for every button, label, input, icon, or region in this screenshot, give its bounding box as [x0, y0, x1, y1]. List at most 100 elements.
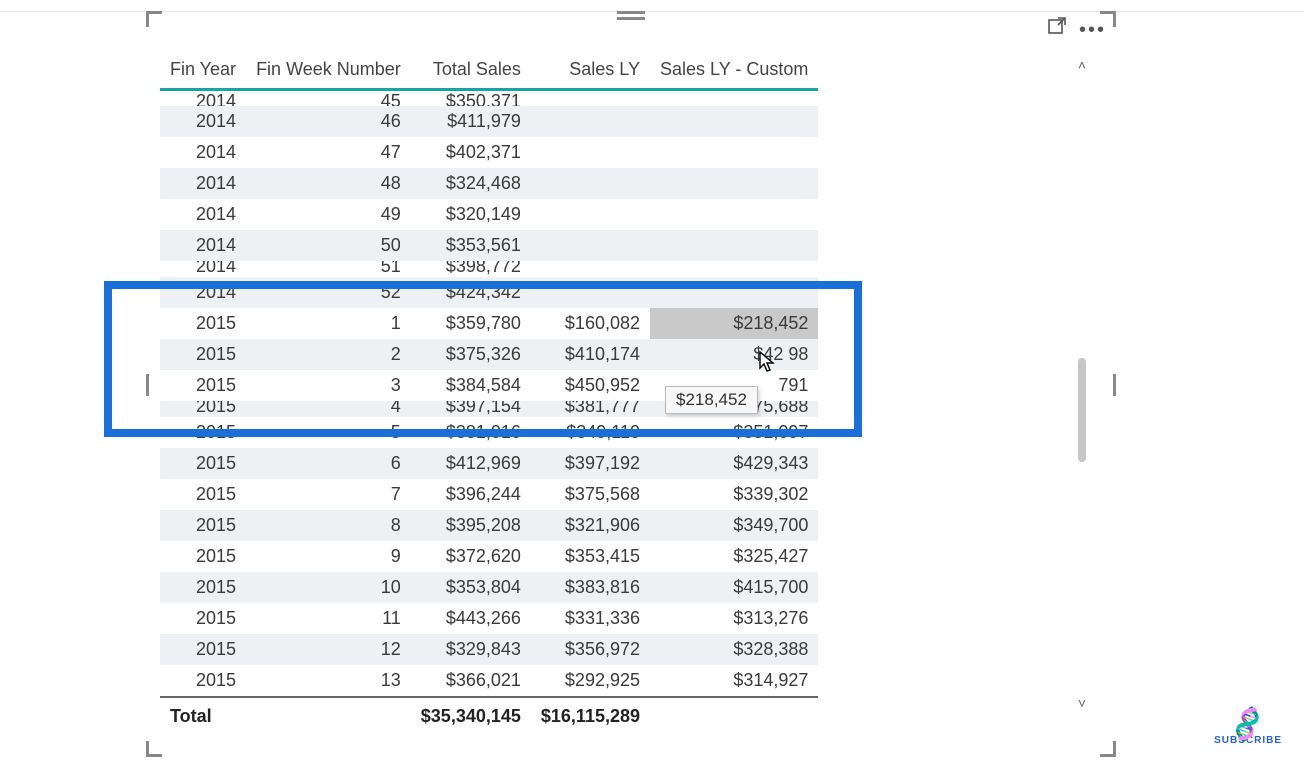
table-cell[interactable]: $381,016 [411, 417, 531, 448]
resize-handle-right[interactable] [1113, 374, 1116, 396]
table-cell[interactable]: 2015 [160, 370, 246, 401]
table-cell[interactable] [650, 230, 818, 261]
drag-handle-icon[interactable] [617, 11, 645, 14]
table-cell[interactable]: 50 [246, 230, 411, 261]
table-cell[interactable]: $375,326 [411, 339, 531, 370]
table-cell[interactable]: $443,266 [411, 603, 531, 634]
table-cell[interactable]: 2014 [160, 261, 246, 277]
table-cell[interactable]: $218,452 [650, 308, 818, 339]
table-cell[interactable]: 2014 [160, 277, 246, 308]
table-cell[interactable]: $349,110 [531, 417, 650, 448]
table-cell[interactable]: 2014 [160, 106, 246, 137]
col-total-sales[interactable]: Total Sales [411, 53, 531, 90]
table-cell[interactable]: 2015 [160, 339, 246, 370]
table-cell[interactable]: $353,561 [411, 230, 531, 261]
table-cell[interactable]: $450,952 [531, 370, 650, 401]
table-cell[interactable]: $339,302 [650, 479, 818, 510]
table-cell[interactable]: 13 [246, 665, 411, 697]
table-row[interactable]: 201451$398,772 [160, 261, 818, 277]
table-cell[interactable] [531, 277, 650, 308]
table-row[interactable]: 201510$353,804$383,816$415,700 [160, 572, 818, 603]
table-row[interactable]: 201445$350,371 [160, 90, 818, 106]
table-cell[interactable]: 49 [246, 199, 411, 230]
table-cell[interactable]: 8 [246, 510, 411, 541]
scroll-down-icon[interactable]: ˅ [1074, 695, 1090, 711]
table-cell[interactable]: $353,415 [531, 541, 650, 572]
table-cell[interactable]: $353,804 [411, 572, 531, 603]
table-cell[interactable]: 2015 [160, 665, 246, 697]
table-cell[interactable]: $292,925 [531, 665, 650, 697]
table-cell[interactable]: 2014 [160, 230, 246, 261]
table-cell[interactable]: $384,584 [411, 370, 531, 401]
table-cell[interactable]: 2014 [160, 199, 246, 230]
table-cell[interactable]: 2015 [160, 603, 246, 634]
table-cell[interactable] [650, 106, 818, 137]
table-cell[interactable]: 2015 [160, 479, 246, 510]
table-cell[interactable]: $415,700 [650, 572, 818, 603]
table-cell[interactable]: 2015 [160, 634, 246, 665]
table-row[interactable]: 201448$324,468 [160, 168, 818, 199]
table-cell[interactable]: 9 [246, 541, 411, 572]
table-cell[interactable]: $381,777 [531, 401, 650, 417]
col-fin-year[interactable]: Fin Year [160, 53, 246, 90]
col-sales-ly-custom[interactable]: Sales LY - Custom [650, 53, 818, 90]
table-cell[interactable]: $329,843 [411, 634, 531, 665]
table-cell[interactable]: $410,174 [531, 339, 650, 370]
table-row[interactable]: 20159$372,620$353,415$325,427 [160, 541, 818, 572]
table-visual[interactable]: ••• Fin Year Fin Week Number Total Sales… [148, 13, 1114, 755]
table-cell[interactable]: 45 [246, 90, 411, 106]
table-cell[interactable]: $429,343 [650, 448, 818, 479]
scrollbar-thumb[interactable] [1078, 358, 1086, 463]
resize-handle-tl[interactable] [146, 11, 162, 27]
table-row[interactable]: 20157$396,244$375,568$339,302 [160, 479, 818, 510]
drag-handle-icon[interactable] [617, 17, 645, 20]
more-options-icon[interactable]: ••• [1079, 23, 1106, 37]
table-cell[interactable]: 2015 [160, 308, 246, 339]
table-cell[interactable] [531, 261, 650, 277]
table-cell[interactable]: 6 [246, 448, 411, 479]
table-cell[interactable]: $396,244 [411, 479, 531, 510]
table-row[interactable]: 20158$395,208$321,906$349,700 [160, 510, 818, 541]
table-cell[interactable]: $321,906 [531, 510, 650, 541]
resize-handle-left[interactable] [146, 374, 149, 396]
table-cell[interactable]: 2015 [160, 448, 246, 479]
table-cell[interactable] [650, 90, 818, 106]
table-cell[interactable]: 10 [246, 572, 411, 603]
vertical-scrollbar[interactable]: ˄ ˅ [1074, 57, 1090, 711]
table-cell[interactable]: 7 [246, 479, 411, 510]
table-row[interactable]: 201449$320,149 [160, 199, 818, 230]
table-cell[interactable] [650, 261, 818, 277]
table-cell[interactable]: 12 [246, 634, 411, 665]
table-cell[interactable]: $383,816 [531, 572, 650, 603]
table-cell[interactable]: 2015 [160, 541, 246, 572]
table-row[interactable]: 201513$366,021$292,925$314,927 [160, 665, 818, 697]
table-row[interactable]: 20151$359,780$160,082$218,452 [160, 308, 818, 339]
table-cell[interactable]: $411,979 [411, 106, 531, 137]
table-cell[interactable] [650, 277, 818, 308]
table-cell[interactable]: 2015 [160, 572, 246, 603]
table-cell[interactable]: $349,700 [650, 510, 818, 541]
table-cell[interactable]: $324,468 [411, 168, 531, 199]
table-cell[interactable]: $397,154 [411, 401, 531, 417]
table-cell[interactable]: $402,371 [411, 137, 531, 168]
table-row[interactable]: 201446$411,979 [160, 106, 818, 137]
table-cell[interactable]: $412,969 [411, 448, 531, 479]
focus-mode-icon[interactable] [1047, 17, 1067, 42]
table-row[interactable]: 201512$329,843$356,972$328,388 [160, 634, 818, 665]
table-cell[interactable] [531, 137, 650, 168]
table-row[interactable]: 201450$353,561 [160, 230, 818, 261]
table-cell[interactable]: $397,192 [531, 448, 650, 479]
table-cell[interactable]: 51 [246, 261, 411, 277]
table-row[interactable]: 20156$412,969$397,192$429,343 [160, 448, 818, 479]
table-cell[interactable]: 2014 [160, 168, 246, 199]
table-cell[interactable]: 2015 [160, 401, 246, 417]
table-row[interactable]: 201452$424,342 [160, 277, 818, 308]
table-cell[interactable]: $42 98 [650, 339, 818, 370]
table-cell[interactable] [531, 168, 650, 199]
table-cell[interactable]: 2 [246, 339, 411, 370]
table-cell[interactable]: $372,620 [411, 541, 531, 572]
table-cell[interactable]: 2015 [160, 510, 246, 541]
table-row[interactable]: 201447$402,371 [160, 137, 818, 168]
table-cell[interactable]: 46 [246, 106, 411, 137]
table-cell[interactable]: $424,342 [411, 277, 531, 308]
